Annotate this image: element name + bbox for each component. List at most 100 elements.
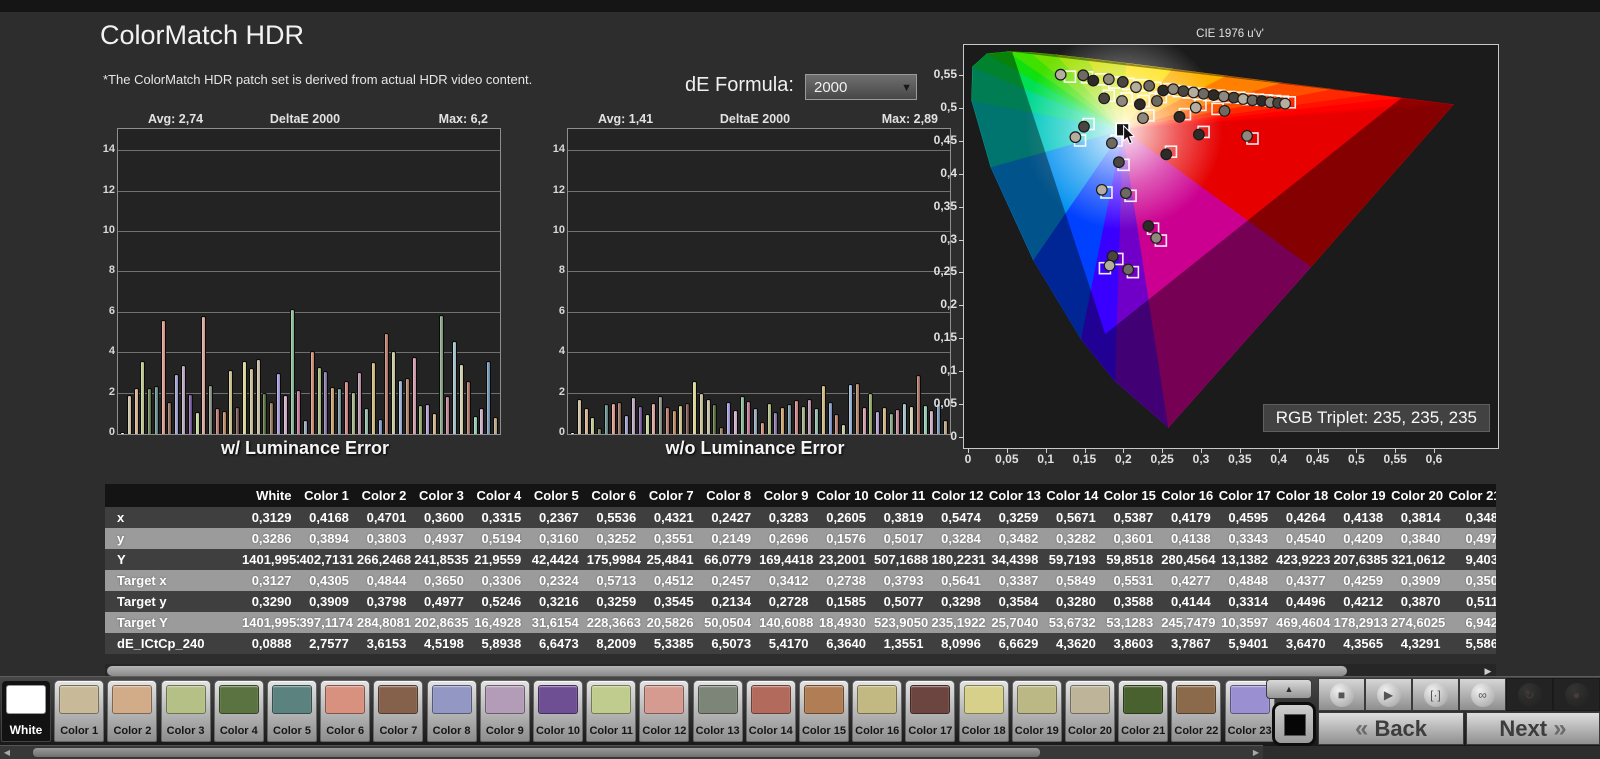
patch-tab-color-7[interactable]: Color 7 xyxy=(373,680,424,742)
table-cell: 6,3640 xyxy=(816,633,874,654)
patch-tab-color-2[interactable]: Color 2 xyxy=(107,680,158,742)
table-cell: 5,3385 xyxy=(644,633,702,654)
patch-tab-label: Color 20 xyxy=(1067,725,1112,737)
table-cell: 66,0779 xyxy=(701,549,760,570)
patch-tab-label: Color 23 xyxy=(1227,725,1272,737)
y-axis-tick-label: 8 xyxy=(558,264,565,277)
patch-tab-color-13[interactable]: Color 13 xyxy=(692,680,743,742)
patch-tab-color-3[interactable]: Color 3 xyxy=(160,680,211,742)
scrollbar-thumb[interactable] xyxy=(107,666,1347,676)
bar xyxy=(875,410,881,434)
measured-dot xyxy=(1103,259,1116,272)
cie-y-tick xyxy=(959,272,964,274)
patch-tab-color-5[interactable]: Color 5 xyxy=(267,680,317,742)
play-button[interactable]: ▶ xyxy=(1365,678,1412,711)
pattern-panel-collapse-button[interactable]: ▲ xyxy=(1266,679,1312,699)
patch-tab-label: Color 13 xyxy=(695,725,740,737)
table-cell: 0,3894 xyxy=(299,528,357,549)
loop-button[interactable]: ∞ xyxy=(1459,678,1506,711)
scrollbar-thumb[interactable] xyxy=(33,748,1040,757)
table-cell: 0,4937 xyxy=(414,528,472,549)
bar xyxy=(671,409,677,434)
table-cell: 228,3663 xyxy=(586,612,645,633)
patch-tab-color-21[interactable]: Color 21 xyxy=(1118,680,1169,742)
patch-tab-color-18[interactable]: Color 18 xyxy=(958,680,1009,742)
patch-tab-color-15[interactable]: Color 15 xyxy=(799,680,849,742)
patch-tab-color-10[interactable]: Color 10 xyxy=(533,680,583,742)
table-row: Target Y 1401,9953 397,1174 284,8081 202,863… xyxy=(105,612,1496,633)
pattern-size-button[interactable]: [·] xyxy=(1412,678,1459,711)
pattern-window-button[interactable] xyxy=(1272,702,1316,746)
patch-tab-color-20[interactable]: Color 20 xyxy=(1065,680,1115,742)
table-cell: 0,3284 xyxy=(931,528,989,549)
chevrons-right-icon: » xyxy=(1553,715,1567,742)
patch-tab-color-14[interactable]: Color 14 xyxy=(745,680,796,742)
cie-title: CIE 1976 u'v' xyxy=(1196,28,1264,40)
patch-tab-color-16[interactable]: Color 16 xyxy=(852,680,903,742)
cie-y-tick-label: 0,1 xyxy=(940,363,957,378)
bar xyxy=(637,405,643,434)
table-col-header: Color 19 xyxy=(1333,484,1392,507)
patch-tab-color-22[interactable]: Color 22 xyxy=(1171,680,1222,742)
patch-tab-color-17[interactable]: Color 17 xyxy=(905,680,956,742)
cie-y-tick-label: 0,3 xyxy=(940,231,957,246)
patch-tab-color-12[interactable]: Color 12 xyxy=(639,680,690,742)
measured-dot xyxy=(1078,120,1090,133)
bar xyxy=(725,401,731,434)
patch-tab-color-8[interactable]: Color 8 xyxy=(426,680,477,742)
scroll-right-icon[interactable]: ▶ xyxy=(1249,746,1263,759)
patch-tab-color-1[interactable]: Color 1 xyxy=(54,680,105,742)
cie-x-tick xyxy=(1239,448,1241,453)
table-col-header: Color 1 xyxy=(299,484,357,507)
refresh-button[interactable]: ↻ xyxy=(1506,678,1553,711)
patch-tab-white[interactable]: White xyxy=(1,680,51,742)
patch-tab-color-19[interactable]: Color 19 xyxy=(1011,680,1062,742)
measured-dot xyxy=(1054,68,1067,81)
measured-dot xyxy=(1150,232,1163,244)
table-cell: 423,9223 xyxy=(1276,549,1334,570)
patch-swatch xyxy=(1229,685,1270,714)
record-button[interactable]: ● xyxy=(1553,678,1600,711)
table-cell: 0,5713 xyxy=(586,570,645,591)
table-cell: 0,3259 xyxy=(988,507,1047,528)
patch-swatch xyxy=(6,685,46,714)
scroll-left-icon[interactable]: ◀ xyxy=(0,746,14,759)
table-cell: 0,3160 xyxy=(529,528,587,549)
table-cell: 0,4264 xyxy=(1276,507,1334,528)
patch-hscrollbar[interactable]: ◀ ▶ xyxy=(0,745,1263,759)
back-button[interactable]: « Back xyxy=(1318,712,1464,745)
patch-tab-color-6[interactable]: Color 6 xyxy=(320,680,371,742)
gridline xyxy=(568,311,950,313)
table-cell: 284,8081 xyxy=(356,612,415,633)
bar xyxy=(807,398,813,434)
table-cell: 0,3650 xyxy=(414,570,472,591)
bar xyxy=(160,319,166,434)
measured-dot xyxy=(1192,128,1205,141)
measured-dot xyxy=(1177,85,1190,98)
table-cell: 2,7577 xyxy=(299,633,357,654)
gridline xyxy=(118,311,500,313)
table-col-header: Color 11 xyxy=(873,484,932,507)
table-col-header: White xyxy=(242,484,300,507)
patch-tab-label: Color 12 xyxy=(642,725,687,737)
table-corner-cell xyxy=(105,484,242,507)
table-cell: 0,4848 xyxy=(1218,570,1277,591)
patch-tab-color-9[interactable]: Color 9 xyxy=(479,680,530,742)
bar xyxy=(465,381,471,434)
de-formula-dropdown[interactable]: 2000 ▼ xyxy=(805,74,917,100)
chart-with-luminance-error: Avg: 2,74 DeltaE 2000 Max: 6,2 w/ Lumina… xyxy=(100,112,510,464)
y-axis-tick-label: 10 xyxy=(552,224,565,236)
table-cell: 0,3870 xyxy=(1391,591,1449,612)
table-cell: 0,4138 xyxy=(1161,528,1219,549)
table-cell: 0,4168 xyxy=(299,507,357,528)
bar xyxy=(153,385,159,434)
play-icon: ▶ xyxy=(1376,683,1401,707)
cie-x-tick xyxy=(1434,448,1435,453)
page-title: ColorMatch HDR xyxy=(100,20,305,50)
patch-tab-color-11[interactable]: Color 11 xyxy=(586,680,637,742)
next-button[interactable]: Next » xyxy=(1466,712,1600,745)
table-cell: 0,3600 xyxy=(414,507,472,528)
stop-button[interactable]: ■ xyxy=(1318,678,1365,711)
table-cell: 469,4604 xyxy=(1276,612,1334,633)
patch-tab-color-4[interactable]: Color 4 xyxy=(213,680,264,742)
